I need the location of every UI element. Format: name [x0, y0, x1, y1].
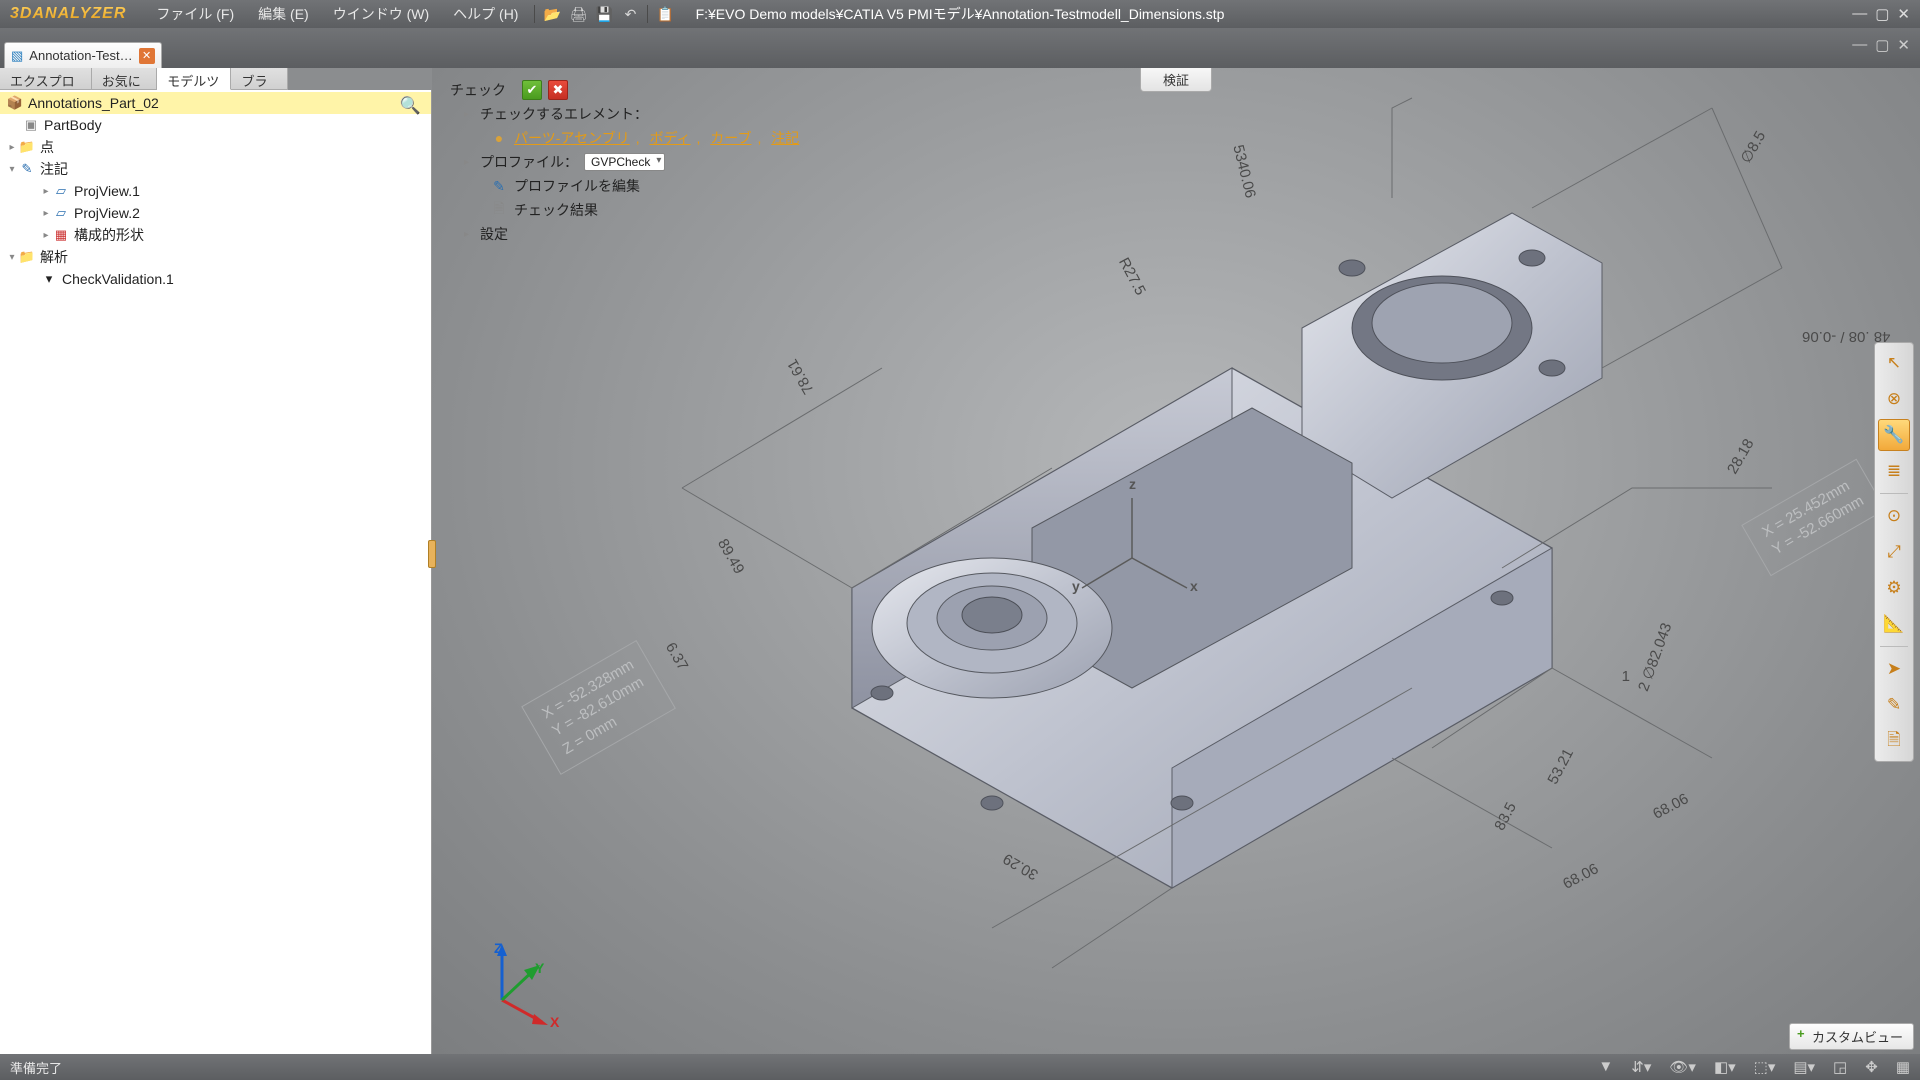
tool-pointer[interactable]: ➤ — [1878, 653, 1910, 685]
layers-icon[interactable]: ⇵▾ — [1631, 1058, 1651, 1076]
tree-analysis[interactable]: ▾📁 解析 — [0, 246, 431, 268]
tab-explorer[interactable]: エクスプローラー — [0, 68, 92, 89]
visibility-icon[interactable]: 👁▾ — [1669, 1058, 1696, 1076]
grid-icon[interactable]: ▦ — [1896, 1058, 1910, 1076]
tree-constructive[interactable]: ▸▦ 構成的形状 — [0, 224, 431, 246]
status-text: 準備完了 — [10, 1058, 62, 1077]
tool-select[interactable]: ↖ — [1878, 347, 1910, 379]
folder-icon: 📁 — [18, 249, 36, 265]
box-icon[interactable]: ⬚▾ — [1754, 1058, 1776, 1076]
tool-angle[interactable]: 📐 — [1878, 608, 1910, 640]
tool-scale[interactable]: ⤢ — [1878, 536, 1910, 568]
tool-locate[interactable]: ⊙ — [1878, 500, 1910, 532]
tab-browser[interactable]: ブラウザ — [231, 68, 288, 89]
search-icon[interactable]: 🔍 — [400, 96, 421, 116]
menu-help[interactable]: ヘルプ (H) — [441, 4, 530, 24]
right-toolbar: ↖ ⊗ 🔧 ≣ ⊙ ⤢ ⚙ 📐 ➤ ✎ 🗎 — [1874, 342, 1914, 762]
menu-edit[interactable]: 編集 (E) — [246, 4, 321, 24]
triad-x: X — [550, 1014, 559, 1030]
axis-x-label: x — [1190, 578, 1198, 594]
check-icon: ▾ — [40, 271, 58, 287]
filter-icon[interactable]: ▼ — [1598, 1058, 1613, 1076]
axis-y-label: y — [1072, 578, 1080, 594]
menu-file[interactable]: ファイル (F) — [144, 4, 246, 24]
part-icon: 📦 — [6, 95, 24, 111]
title-path: F:¥EVO Demo models¥CATIA V5 PMIモデル¥Annot… — [696, 4, 1225, 24]
tool-list[interactable]: ≣ — [1878, 455, 1910, 487]
tab-model-tree[interactable]: モデルツリー — [157, 68, 231, 90]
tree-partbody[interactable]: ▣ PartBody — [0, 114, 431, 136]
custom-view-button[interactable]: カスタムビュー — [1789, 1023, 1914, 1050]
tree-projview1[interactable]: ▸▱ ProjView.1 — [0, 180, 431, 202]
app-logo: 3DANALYZER — [6, 5, 144, 23]
document-tab-label: Annotation-Test… — [29, 48, 132, 63]
tab-favorites[interactable]: お気に入り — [92, 68, 157, 89]
doc-maximize[interactable]: ▢ — [1875, 36, 1889, 54]
view-icon: ▱ — [52, 205, 70, 221]
doc-close[interactable]: ✕ — [1897, 36, 1910, 54]
tool-gear[interactable]: ⚙ — [1878, 572, 1910, 604]
triad-y: Y — [535, 960, 544, 976]
model-render — [432, 68, 1920, 1054]
align-icon[interactable]: ▤▾ — [1793, 1058, 1815, 1076]
tool-target[interactable]: ⊗ — [1878, 383, 1910, 415]
document-icon: ▧ — [11, 48, 23, 64]
splitter-grip[interactable] — [428, 540, 436, 568]
settings-icon[interactable]: 📋 — [655, 4, 675, 24]
open-icon[interactable]: 📂 — [542, 4, 562, 24]
window-minimize[interactable]: — — [1852, 5, 1867, 23]
model-tree-panel: 🔍 📦 Annotations_Part_02 ▣ PartBody ▸📁 点 … — [0, 90, 432, 1054]
print-icon[interactable]: 🖨 — [568, 4, 588, 24]
render-mode-icon[interactable]: ◧▾ — [1714, 1058, 1736, 1076]
tool-document[interactable]: 🗎 — [1878, 725, 1910, 757]
side-tabstrip: エクスプローラー お気に入り モデルツリー ブラウザ — [0, 68, 288, 90]
move-icon[interactable]: ✥ — [1865, 1058, 1878, 1076]
tree-annotations[interactable]: ▾✎ 注記 — [0, 158, 431, 180]
axis-z-label: z — [1129, 476, 1136, 492]
menubar: 3DANALYZER ファイル (F) 編集 (E) ウインドウ (W) ヘルプ… — [0, 0, 1920, 28]
window-close[interactable]: ✕ — [1897, 5, 1910, 23]
close-tab-icon[interactable]: ✕ — [139, 48, 155, 64]
tool-edit[interactable]: ✎ — [1878, 689, 1910, 721]
view-icon: ▱ — [52, 183, 70, 199]
document-tab[interactable]: ▧ Annotation-Test… ✕ — [4, 42, 162, 68]
tree-projview2[interactable]: ▸▱ ProjView.2 — [0, 202, 431, 224]
status-bar: 準備完了 ▼ ⇵▾ 👁▾ ◧▾ ⬚▾ ▤▾ ◲ ✥ ▦ — [0, 1054, 1920, 1080]
document-tabstrip: ▧ Annotation-Test… ✕ — ▢ ✕ — [0, 28, 1920, 68]
viewport-3d[interactable]: 検証 チェック ✔ ✖ ▸ チェックするエレメント： ● パーツ-アセンブリ, … — [432, 68, 1920, 1054]
tree-root[interactable]: 📦 Annotations_Part_02 — [0, 92, 431, 114]
tree-checkvalidation[interactable]: ▾ CheckValidation.1 — [0, 268, 431, 290]
tool-measure[interactable]: 🔧 — [1878, 419, 1910, 451]
geometry-icon: ▦ — [52, 227, 70, 243]
axis-triad — [462, 940, 552, 1030]
menu-window[interactable]: ウインドウ (W) — [321, 4, 441, 24]
annotation-icon: ✎ — [18, 161, 36, 177]
folder-icon: 📁 — [18, 139, 36, 155]
body-icon: ▣ — [22, 117, 40, 133]
tree-points[interactable]: ▸📁 点 — [0, 136, 431, 158]
doc-minimize[interactable]: — — [1852, 36, 1867, 54]
undo-icon[interactable]: ↶ — [620, 4, 640, 24]
window-maximize[interactable]: ▢ — [1875, 5, 1889, 23]
save-icon[interactable]: 💾 — [594, 4, 614, 24]
triad-z: Z — [494, 940, 503, 956]
view-cube-icon[interactable]: ◲ — [1833, 1058, 1847, 1076]
